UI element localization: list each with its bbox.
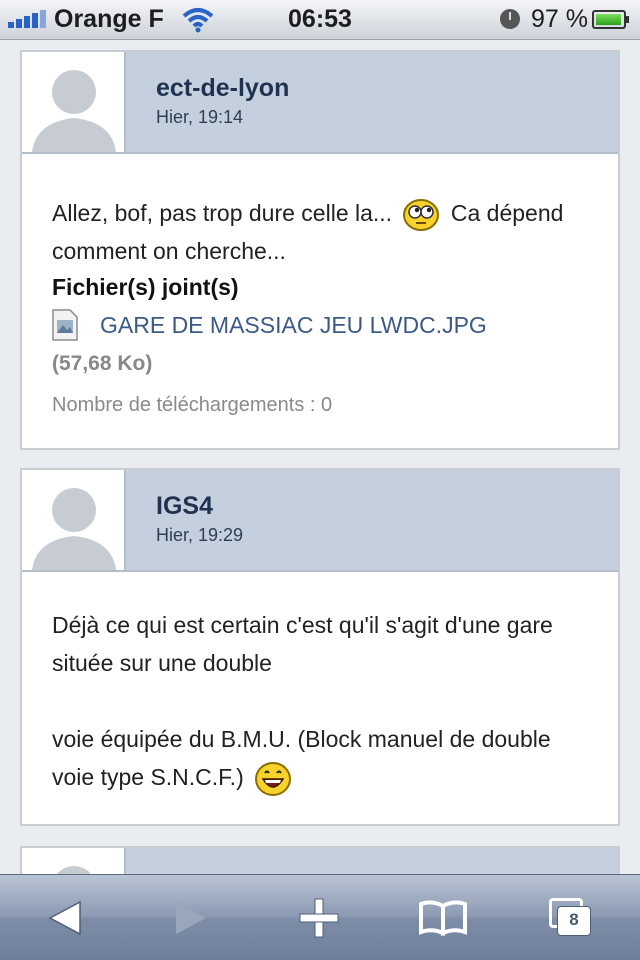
avatar[interactable] bbox=[22, 848, 126, 874]
tab-count: 8 bbox=[569, 910, 579, 929]
post-text-part: voie équipée du B.M.U. (Block manuel de … bbox=[52, 726, 551, 790]
post-body: Déjà ce qui est certain c'est qu'il s'ag… bbox=[22, 572, 618, 821]
attachment-row[interactable]: GARE DE MASSIAC JEU LWDC.JPG bbox=[52, 304, 588, 346]
tab-page-front: 8 bbox=[557, 906, 591, 936]
post-paragraph: Déjà ce qui est certain c'est qu'il s'ag… bbox=[52, 612, 553, 676]
post-header bbox=[22, 848, 618, 874]
download-count: Nombre de téléchargements : 0 bbox=[52, 394, 333, 416]
forward-icon bbox=[176, 902, 206, 934]
post-card: IGS4 Hier, 19:29 Déjà ce qui est certain… bbox=[20, 468, 620, 826]
default-avatar-icon bbox=[57, 866, 91, 874]
post-date: Hier, 19:29 bbox=[156, 525, 244, 545]
add-button[interactable] bbox=[274, 875, 364, 960]
post-card bbox=[20, 846, 620, 874]
avatar[interactable] bbox=[22, 52, 126, 152]
add-icon bbox=[299, 898, 339, 938]
attachment-link[interactable]: GARE DE MASSIAC JEU LWDC.JPG bbox=[100, 306, 487, 344]
default-avatar-icon bbox=[32, 70, 116, 152]
attachment-size: (57,68 Ko) bbox=[52, 352, 153, 375]
battery-icon bbox=[592, 10, 629, 29]
tabs-button[interactable]: 8 bbox=[526, 875, 616, 960]
image-file-icon bbox=[52, 309, 78, 341]
bookmarks-icon bbox=[419, 900, 467, 936]
post-author[interactable]: IGS4 bbox=[156, 492, 213, 521]
status-bar: Orange F 06:53 97 % bbox=[0, 0, 640, 40]
attachments-title: Fichier(s) joint(s) bbox=[52, 274, 239, 300]
browser-toolbar: 8 bbox=[0, 874, 640, 960]
post-paragraph: voie équipée du B.M.U. (Block manuel de … bbox=[52, 720, 588, 797]
forward-button[interactable] bbox=[146, 875, 236, 960]
post-author[interactable]: ect-de-lyon bbox=[156, 74, 289, 103]
post-header: IGS4 Hier, 19:29 bbox=[22, 470, 618, 572]
post-text-part: Allez, bof, pas trop dure celle la... bbox=[52, 200, 393, 226]
rolling-eyes-smiley-icon bbox=[403, 198, 440, 231]
battery-level bbox=[596, 14, 622, 25]
avatar[interactable] bbox=[22, 470, 126, 570]
battery-percentage: 97 % bbox=[531, 5, 588, 33]
post-card: ect-de-lyon Hier, 19:14 Allez, bof, pas … bbox=[20, 50, 620, 450]
default-avatar-icon bbox=[32, 488, 116, 570]
post-body: Allez, bof, pas trop dure celle la... Ca… bbox=[22, 154, 618, 452]
back-button[interactable] bbox=[20, 875, 110, 960]
post-date: Hier, 19:14 bbox=[156, 107, 244, 127]
post-header: ect-de-lyon Hier, 19:14 bbox=[22, 52, 618, 154]
laughing-smiley-icon bbox=[255, 761, 292, 796]
back-icon bbox=[48, 900, 81, 936]
post-text: Allez, bof, pas trop dure celle la... Ca… bbox=[52, 194, 588, 270]
bookmarks-button[interactable] bbox=[398, 875, 488, 960]
tabs-icon: 8 bbox=[549, 898, 593, 938]
alarm-clock-icon bbox=[500, 9, 520, 29]
forum-thread[interactable]: ect-de-lyon Hier, 19:14 Allez, bof, pas … bbox=[0, 40, 640, 874]
